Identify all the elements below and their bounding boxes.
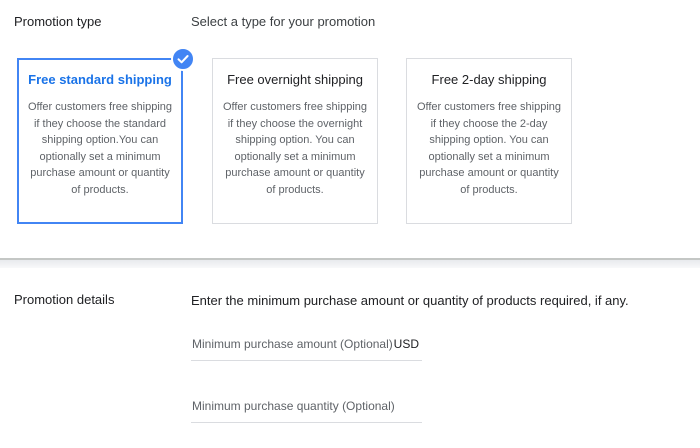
minimum-purchase-amount-input[interactable]: Minimum purchase amount (Optional) USD [191, 328, 422, 361]
check-circle-icon [171, 47, 195, 71]
card-title: Free overnight shipping [227, 72, 363, 87]
promotion-details-label: Promotion details [14, 292, 115, 307]
card-description: Offer customers free shipping if they ch… [222, 101, 368, 196]
minimum-purchase-quantity-input[interactable]: Minimum purchase quantity (Optional) [191, 390, 422, 423]
promotion-type-label: Promotion type [14, 14, 102, 29]
card-free-2-day-shipping[interactable]: Free 2-day shipping Offer customers free… [406, 58, 572, 224]
currency-suffix: USD [393, 337, 419, 351]
card-title: Free standard shipping [28, 72, 172, 87]
promotion-form: Promotion type Select a type for your pr… [0, 0, 700, 448]
card-free-standard-shipping[interactable]: Free standard shipping Offer customers f… [17, 58, 183, 224]
promotion-details-section: Promotion details Enter the minimum purc… [0, 268, 700, 448]
minimum-purchase-amount-placeholder: Minimum purchase amount (Optional) [192, 337, 393, 351]
card-description: Offer customers free shipping if they ch… [416, 101, 562, 196]
card-free-overnight-shipping[interactable]: Free overnight shipping Offer customers … [212, 58, 378, 224]
section-gap [0, 260, 700, 268]
card-title: Free 2-day shipping [431, 72, 547, 87]
minimum-purchase-quantity-placeholder: Minimum purchase quantity (Optional) [192, 399, 395, 413]
promotion-type-section: Promotion type Select a type for your pr… [0, 0, 700, 258]
card-description: Offer customers free shipping if they ch… [27, 101, 173, 196]
promotion-type-description: Select a type for your promotion [191, 14, 376, 29]
promotion-details-description: Enter the minimum purchase amount or qua… [191, 293, 629, 308]
